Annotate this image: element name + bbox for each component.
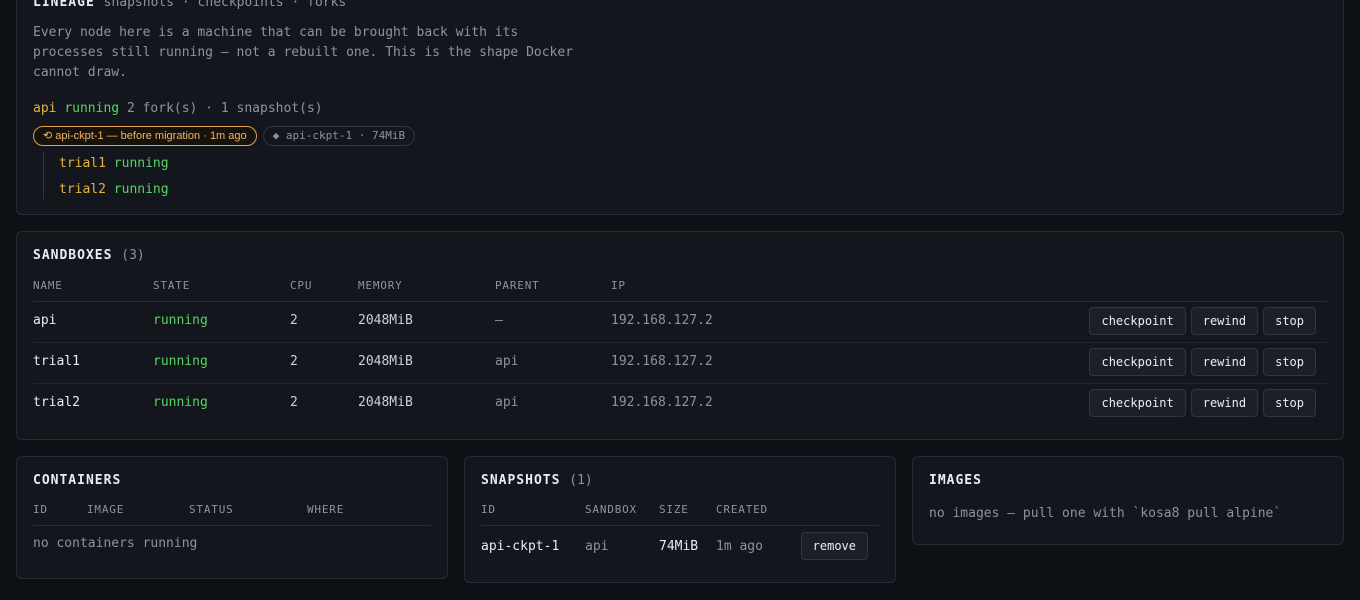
snapshots-panel: SNAPSHOTS (1) ID SANDBOX SIZE CREATED ap… (464, 456, 896, 583)
column-header-parent: PARENT (495, 279, 540, 292)
sandbox-parent: api (495, 354, 519, 369)
snapshots-count: (1) (569, 473, 593, 488)
rewind-button[interactable]: rewind (1190, 348, 1259, 376)
lineage-child-state: running (113, 156, 169, 171)
sandboxes-count: (3) (121, 248, 145, 263)
lineage-child-name: trial1 (59, 156, 106, 171)
containers-table-header: ID IMAGE STATUS WHERE (33, 503, 431, 526)
row-actions: checkpoint rewind stop (1089, 389, 1316, 417)
column-header-sandbox: SANDBOX (585, 503, 637, 516)
checkpoint-button[interactable]: checkpoint (1089, 389, 1186, 417)
table-row: trial2 running 2 2048MiB api 192.168.127… (33, 383, 1327, 424)
lineage-title: LINEAGE snapshots · checkpoints · forks (33, 0, 346, 10)
sandboxes-table-header: NAME STATE CPU MEMORY PARENT IP (33, 279, 1327, 302)
snapshot-created: 1m ago (716, 539, 763, 554)
containers-title: CONTAINERS (33, 473, 122, 488)
checkpoint-button[interactable]: checkpoint (1089, 307, 1186, 335)
sandbox-parent: — (495, 313, 503, 328)
sandbox-ip: 192.168.127.2 (611, 395, 713, 410)
snapshot-chip[interactable]: ◆ api-ckpt-1 · 74MiB (262, 126, 416, 146)
lineage-tree: trial1 running trial2 running (43, 152, 169, 199)
column-header-cpu: CPU (290, 279, 313, 292)
row-actions: checkpoint rewind stop (1089, 348, 1316, 376)
column-header-size: SIZE (659, 503, 689, 516)
sandbox-state: running (153, 354, 208, 369)
snapshot-id: api-ckpt-1 (481, 539, 560, 554)
table-row: api-ckpt-1 api 74MiB 1m ago remove (481, 527, 879, 567)
column-header-ip: IP (611, 279, 626, 292)
sandbox-ip: 192.168.127.2 (611, 354, 713, 369)
table-row: api running 2 2048MiB — 192.168.127.2 ch… (33, 301, 1327, 343)
lineage-subtitle: snapshots · checkpoints · forks (103, 0, 347, 10)
images-empty-message: no images — pull one with `kosa8 pull al… (929, 506, 1282, 521)
stop-button[interactable]: stop (1263, 307, 1316, 335)
sandbox-name: trial2 (33, 395, 80, 410)
lineage-child-node[interactable]: trial2 running (59, 178, 169, 204)
sandbox-state: running (153, 313, 208, 328)
rewind-button[interactable]: rewind (1190, 307, 1259, 335)
table-row: trial1 running 2 2048MiB api 192.168.127… (33, 342, 1327, 384)
lineage-panel: LINEAGE snapshots · checkpoints · forks … (16, 0, 1344, 215)
stop-button[interactable]: stop (1263, 389, 1316, 417)
column-header-memory: MEMORY (358, 279, 403, 292)
sandbox-name: trial1 (33, 354, 80, 369)
lineage-root-state: running (64, 101, 120, 116)
column-header-status: STATUS (189, 503, 234, 516)
lineage-description: Every node here is a machine that can be… (33, 25, 574, 80)
column-header-name: NAME (33, 279, 63, 292)
images-panel: IMAGES no images — pull one with `kosa8 … (912, 456, 1344, 545)
snapshots-table-header: ID SANDBOX SIZE CREATED (481, 503, 879, 526)
sandbox-cpu: 2 (290, 395, 298, 410)
lineage-root-node[interactable]: api running 2 fork(s) · 1 snapshot(s) (33, 101, 323, 116)
column-header-image: IMAGE (87, 503, 125, 516)
sandbox-memory: 2048MiB (358, 395, 413, 410)
sandbox-name: api (33, 313, 57, 328)
images-title: IMAGES (929, 473, 982, 488)
lineage-child-node[interactable]: trial1 running (59, 152, 169, 178)
lineage-child-state: running (113, 182, 169, 197)
column-header-state: STATE (153, 279, 191, 292)
column-header-id: ID (481, 503, 496, 516)
sandbox-state: running (153, 395, 208, 410)
stop-button[interactable]: stop (1263, 348, 1316, 376)
row-actions: checkpoint rewind stop (1089, 307, 1316, 335)
sandbox-parent: api (495, 395, 519, 410)
sandbox-ip: 192.168.127.2 (611, 313, 713, 328)
column-header-created: CREATED (716, 503, 768, 516)
sandbox-memory: 2048MiB (358, 354, 413, 369)
containers-empty-message: no containers running (33, 536, 198, 551)
checkpoint-chip[interactable]: ⟲ api-ckpt-1 — before migration · 1m ago (33, 126, 257, 146)
containers-panel: CONTAINERS ID IMAGE STATUS WHERE no cont… (16, 456, 448, 579)
remove-snapshot-button[interactable]: remove (800, 532, 868, 560)
lineage-root-name: api (33, 101, 57, 116)
sandbox-cpu: 2 (290, 313, 298, 328)
lineage-root-meta: 2 fork(s) · 1 snapshot(s) (126, 101, 323, 116)
lineage-child-name: trial2 (59, 182, 106, 197)
rewind-button[interactable]: rewind (1190, 389, 1259, 417)
checkpoint-button[interactable]: checkpoint (1089, 348, 1186, 376)
snapshot-size: 74MiB (659, 539, 699, 554)
column-header-id: ID (33, 503, 48, 516)
sandboxes-panel: SANDBOXES (3) NAME STATE CPU MEMORY PARE… (16, 231, 1344, 440)
sandboxes-title: SANDBOXES (3) (33, 248, 145, 263)
snapshots-title: SNAPSHOTS (1) (481, 473, 593, 488)
sandbox-memory: 2048MiB (358, 313, 413, 328)
snapshot-sandbox: api (585, 539, 609, 554)
sandbox-cpu: 2 (290, 354, 298, 369)
column-header-where: WHERE (307, 503, 345, 516)
lineage-chips: ⟲ api-ckpt-1 — before migration · 1m ago… (33, 126, 416, 146)
